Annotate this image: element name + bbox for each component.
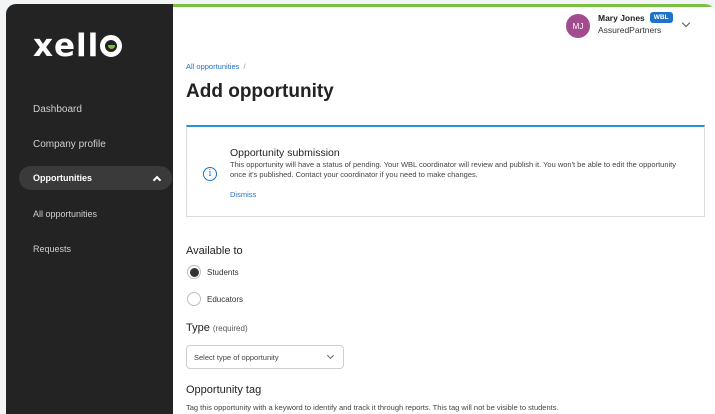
logo-o-icon <box>100 35 123 57</box>
submission-notice: i Opportunity submission This opportunit… <box>186 125 705 217</box>
chevron-down-icon[interactable] <box>681 18 690 28</box>
user-info: Mary Jones WBL AssuredPartners <box>598 12 673 35</box>
breadcrumb-link-all-opportunities[interactable]: All opportunities <box>186 62 239 71</box>
notice-title: Opportunity submission <box>230 147 340 159</box>
avatar: MJ <box>566 14 590 38</box>
dismiss-link[interactable]: Dismiss <box>230 190 256 199</box>
info-icon: i <box>203 167 217 181</box>
sidebar: xell Dashboard Company profile Opportuni… <box>6 4 173 414</box>
breadcrumb: All opportunities / <box>186 62 246 71</box>
user-menu[interactable]: MJ Mary Jones WBL AssuredPartners <box>566 12 690 42</box>
user-name: Mary Jones <box>598 12 645 23</box>
top-accent-bar <box>173 4 715 7</box>
sidebar-item-company-profile[interactable]: Company profile <box>33 139 106 150</box>
chevron-up-icon <box>152 175 162 185</box>
opportunity-tag-help: Tag this opportunity with a keyword to i… <box>186 403 559 412</box>
type-select-placeholder: Select type of opportunity <box>194 352 279 362</box>
radio-label-students: Students <box>207 267 239 277</box>
radio-label-educators: Educators <box>207 294 244 304</box>
user-company: AssuredPartners <box>598 25 662 35</box>
radio-button-unchecked[interactable] <box>187 292 201 306</box>
radio-educators[interactable]: Educators <box>187 292 243 306</box>
type-label: Type (required) <box>186 322 248 334</box>
radio-students[interactable]: Students <box>187 265 239 279</box>
sidebar-subitem-all-opportunities[interactable]: All opportunities <box>33 209 97 219</box>
xello-logo[interactable]: xell <box>33 26 123 66</box>
opportunity-tag-label: Opportunity tag <box>186 384 262 396</box>
breadcrumb-separator: / <box>243 62 246 71</box>
logo-text: xell <box>33 28 100 64</box>
radio-button-checked[interactable] <box>187 265 201 279</box>
type-label-text: Type <box>186 322 210 334</box>
available-to-label: Available to <box>186 245 243 257</box>
sidebar-item-opportunities[interactable]: Opportunities <box>19 166 172 190</box>
user-name-row: Mary Jones WBL <box>598 12 673 23</box>
sidebar-item-dashboard[interactable]: Dashboard <box>33 104 82 115</box>
app-frame: xell Dashboard Company profile Opportuni… <box>6 4 715 414</box>
page-title: Add opportunity <box>186 81 334 102</box>
notice-body: This opportunity will have a status of p… <box>230 160 677 179</box>
sidebar-subitem-requests[interactable]: Requests <box>33 244 71 254</box>
role-badge: WBL <box>649 12 673 23</box>
required-hint: (required) <box>212 324 248 333</box>
type-select[interactable]: Select type of opportunity <box>186 345 344 369</box>
chevron-down-icon <box>326 351 335 360</box>
sidebar-item-label: Opportunities <box>33 173 92 183</box>
